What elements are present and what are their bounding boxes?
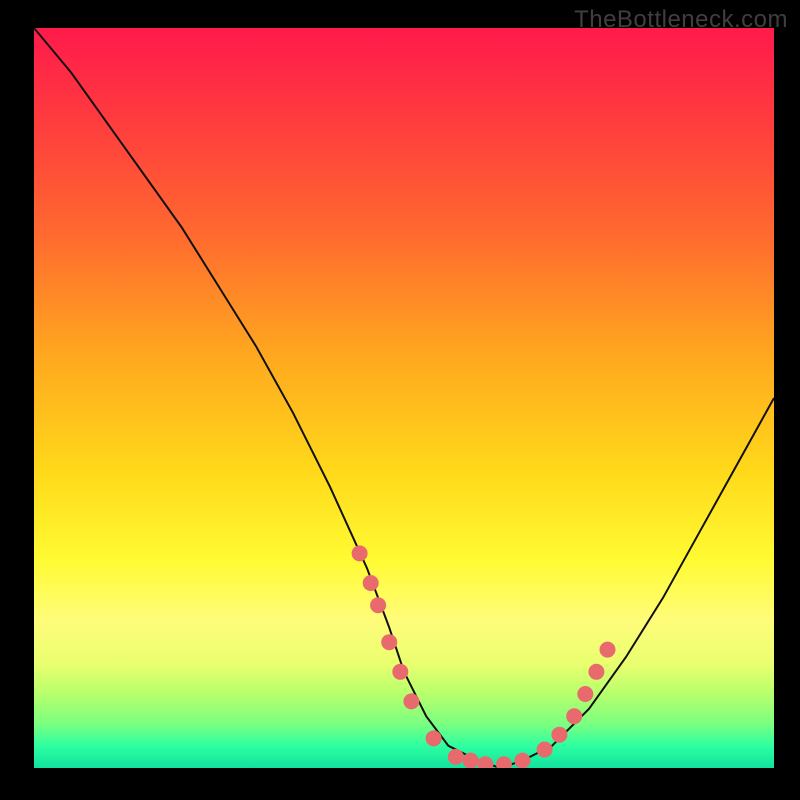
chart-frame: TheBottleneck.com <box>0 0 800 800</box>
marker-dot <box>392 664 408 680</box>
marker-dot <box>463 753 479 768</box>
marker-dot <box>577 686 593 702</box>
marker-dot <box>566 708 582 724</box>
watermark-text: TheBottleneck.com <box>574 6 788 34</box>
marker-dot <box>352 545 368 561</box>
marker-dot <box>426 730 442 746</box>
marker-dot <box>551 727 567 743</box>
marker-dot <box>477 756 493 768</box>
marker-dot <box>403 693 419 709</box>
marker-dot <box>496 756 512 768</box>
marker-dot <box>363 575 379 591</box>
plot-area <box>34 28 774 768</box>
chart-svg <box>34 28 774 768</box>
marker-dot <box>537 742 553 758</box>
curve-path <box>34 28 774 768</box>
marker-dot <box>600 642 616 658</box>
marker-dot <box>588 664 604 680</box>
marker-dot <box>381 634 397 650</box>
marker-group <box>352 545 616 768</box>
marker-dot <box>514 753 530 768</box>
marker-dot <box>370 597 386 613</box>
marker-dot <box>448 749 464 765</box>
